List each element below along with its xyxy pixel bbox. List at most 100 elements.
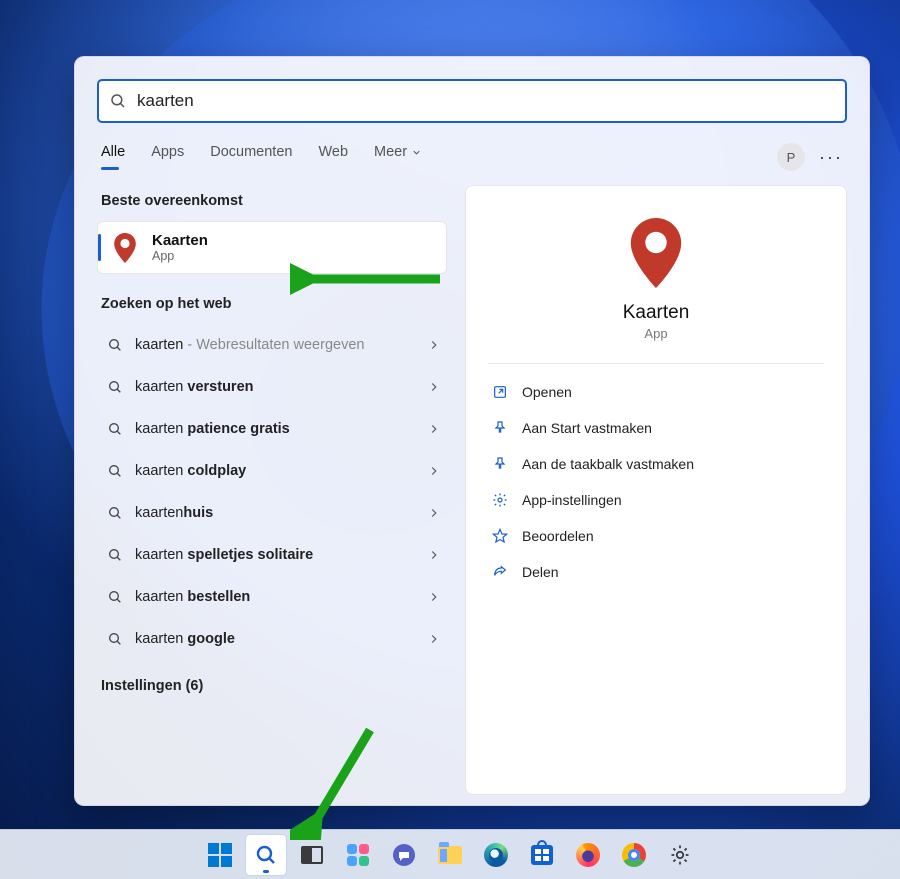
taskbar — [0, 829, 900, 879]
taskbar-file-explorer-button[interactable] — [430, 835, 470, 875]
search-icon — [107, 547, 123, 563]
chevron-right-icon — [427, 422, 441, 436]
taskbar-taskview-button[interactable] — [292, 835, 332, 875]
web-result-text: kaarten coldplay — [135, 463, 427, 479]
web-result-text: kaarten - Webresultaten weergeven — [135, 337, 427, 353]
tab-meer[interactable]: Meer — [374, 144, 422, 170]
search-icon — [254, 843, 278, 867]
store-icon — [531, 845, 553, 865]
chevron-right-icon — [427, 632, 441, 646]
detail-title: Kaarten — [623, 302, 690, 324]
taskbar-firefox-button[interactable] — [568, 835, 608, 875]
taskview-icon — [301, 846, 323, 864]
section-settings: Instellingen (6) — [101, 678, 447, 694]
chevron-right-icon — [427, 548, 441, 562]
share-icon — [492, 564, 508, 580]
search-icon — [107, 631, 123, 647]
detail-app-icon — [624, 218, 688, 290]
web-result-text: kaarten google — [135, 631, 427, 647]
chevron-right-icon — [427, 506, 441, 520]
web-result-4[interactable]: kaartenhuis — [97, 492, 447, 534]
tab-apps[interactable]: Apps — [151, 144, 184, 170]
action-share-label: Delen — [522, 564, 559, 580]
web-results-list: kaarten - Webresultaten weergeven kaarten… — [97, 324, 447, 660]
star-icon — [492, 528, 508, 544]
section-best-match: Beste overeenkomst — [101, 193, 447, 209]
web-result-text: kaarten versturen — [135, 379, 427, 395]
file-explorer-icon — [438, 846, 462, 864]
best-match-title: Kaarten — [152, 232, 208, 249]
chevron-right-icon — [427, 338, 441, 352]
widgets-icon — [347, 844, 369, 866]
search-icon — [107, 505, 123, 521]
tab-alle[interactable]: Alle — [101, 144, 125, 170]
web-result-1[interactable]: kaarten versturen — [97, 366, 447, 408]
taskbar-chrome-button[interactable] — [614, 835, 654, 875]
web-result-text: kaarten bestellen — [135, 589, 427, 605]
taskbar-edge-button[interactable] — [476, 835, 516, 875]
action-review-label: Beoordelen — [522, 528, 594, 544]
search-icon — [107, 379, 123, 395]
gear-icon — [492, 492, 508, 508]
firefox-icon — [576, 843, 600, 867]
action-review[interactable]: Beoordelen — [488, 518, 824, 554]
chevron-right-icon — [427, 590, 441, 604]
gear-icon — [668, 843, 692, 867]
best-match-subtitle: App — [152, 249, 208, 263]
web-result-7[interactable]: kaarten google — [97, 618, 447, 660]
tab-documenten[interactable]: Documenten — [210, 144, 292, 170]
taskbar-store-button[interactable] — [522, 835, 562, 875]
web-result-5[interactable]: kaarten spelletjes solitaire — [97, 534, 447, 576]
search-icon — [109, 92, 127, 110]
chevron-down-icon — [411, 147, 422, 158]
action-app-settings[interactable]: App-instellingen — [488, 482, 824, 518]
action-pin-taskbar[interactable]: Aan de taakbalk vastmaken — [488, 446, 824, 482]
chrome-icon — [622, 843, 646, 867]
annotation-arrow-best-match — [290, 259, 450, 299]
search-panel: Alle Apps Documenten Web Meer P ··· Best… — [74, 56, 870, 806]
taskbar-start-button[interactable] — [200, 835, 240, 875]
web-result-0[interactable]: kaarten - Webresultaten weergeven — [97, 324, 447, 366]
result-detail-panel: Kaarten App Openen Aan Start vastmaken A… — [465, 185, 847, 795]
action-share[interactable]: Delen — [488, 554, 824, 590]
chevron-right-icon — [427, 380, 441, 394]
pin-icon — [492, 456, 508, 472]
action-pin-start[interactable]: Aan Start vastmaken — [488, 410, 824, 446]
web-result-text: kaarten spelletjes solitaire — [135, 547, 427, 563]
more-options-button[interactable]: ··· — [819, 147, 843, 168]
maps-app-icon — [110, 233, 140, 263]
web-result-2[interactable]: kaarten patience gratis — [97, 408, 447, 450]
taskbar-settings-button[interactable] — [660, 835, 700, 875]
web-result-6[interactable]: kaarten bestellen — [97, 576, 447, 618]
search-icon — [107, 463, 123, 479]
action-pin-taskbar-label: Aan de taakbalk vastmaken — [522, 456, 694, 472]
search-box[interactable] — [97, 79, 847, 123]
detail-subtitle: App — [644, 326, 667, 341]
action-open-label: Openen — [522, 384, 572, 400]
annotation-arrow-taskbar — [290, 720, 390, 840]
action-open[interactable]: Openen — [488, 374, 824, 410]
chevron-right-icon — [427, 464, 441, 478]
chat-icon — [392, 843, 416, 867]
edge-icon — [484, 843, 508, 867]
divider — [488, 363, 824, 364]
windows-logo-icon — [208, 843, 232, 867]
taskbar-widgets-button[interactable] — [338, 835, 378, 875]
search-icon — [107, 589, 123, 605]
open-icon — [492, 384, 508, 400]
pin-icon — [492, 420, 508, 436]
user-avatar[interactable]: P — [777, 143, 805, 171]
action-pin-start-label: Aan Start vastmaken — [522, 420, 652, 436]
web-result-text: kaartenhuis — [135, 505, 427, 521]
filter-tabs: Alle Apps Documenten Web Meer P ··· — [97, 143, 847, 171]
tab-web[interactable]: Web — [318, 144, 348, 170]
search-input[interactable] — [137, 91, 835, 111]
search-icon — [107, 421, 123, 437]
web-result-3[interactable]: kaarten coldplay — [97, 450, 447, 492]
web-result-text: kaarten patience gratis — [135, 421, 427, 437]
action-app-settings-label: App-instellingen — [522, 492, 622, 508]
taskbar-search-button[interactable] — [246, 835, 286, 875]
search-icon — [107, 337, 123, 353]
taskbar-chat-button[interactable] — [384, 835, 424, 875]
tab-meer-label: Meer — [374, 144, 407, 160]
